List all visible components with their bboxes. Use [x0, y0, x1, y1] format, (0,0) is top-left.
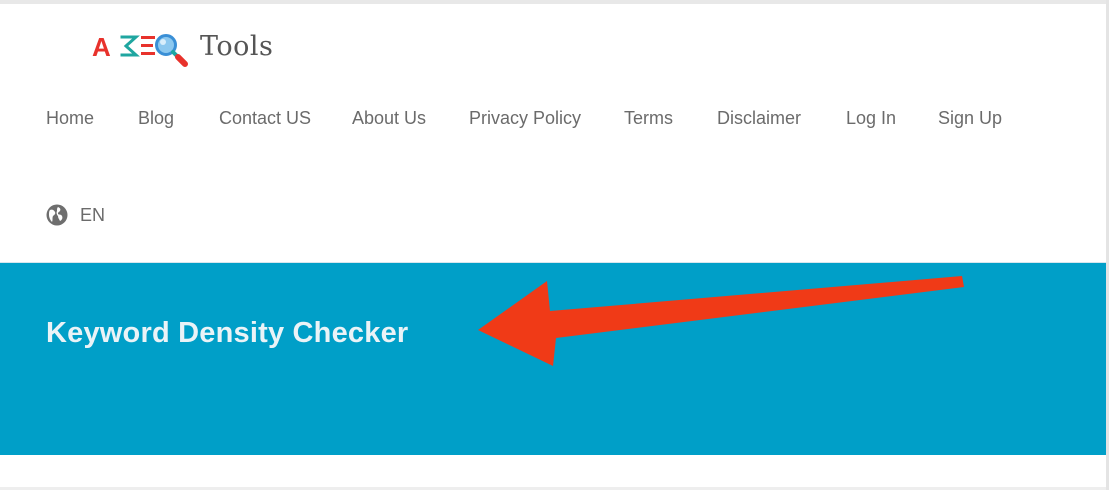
logo-magnifier — [155, 34, 188, 67]
globe-icon — [46, 204, 68, 226]
nav-item-contact[interactable]: Contact US — [219, 108, 311, 129]
top-divider — [0, 0, 1109, 4]
nav-item-disclaimer[interactable]: Disclaimer — [717, 108, 801, 129]
hero-banner: Keyword Density Checker — [0, 262, 1106, 455]
site-logo[interactable]: A Tools — [92, 26, 273, 74]
logo-letter-s — [120, 35, 140, 57]
nav-item-home[interactable]: Home — [46, 108, 94, 129]
nav-item-privacy[interactable]: Privacy Policy — [469, 108, 581, 129]
content-area — [0, 455, 1106, 490]
logo-text: Tools — [200, 30, 274, 62]
annotation-arrow-icon — [478, 276, 964, 366]
logo-letter-e — [141, 36, 155, 55]
nav-item-signup[interactable]: Sign Up — [938, 108, 1002, 129]
main-nav: Home Blog Contact US About Us Privacy Po… — [0, 108, 1106, 138]
page-title: Keyword Density Checker — [46, 317, 409, 349]
page: A Tools Home Blog Contact US About Us Pr… — [0, 0, 1109, 490]
nav-item-login[interactable]: Log In — [846, 108, 896, 129]
nav-item-about[interactable]: About Us — [352, 108, 426, 129]
language-label: EN — [80, 204, 106, 225]
language-selector[interactable]: EN — [46, 203, 105, 227]
logo-mark: A — [92, 32, 188, 67]
nav-item-terms[interactable]: Terms — [624, 108, 673, 129]
nav-item-blog[interactable]: Blog — [138, 108, 174, 129]
logo-letter-a: A — [92, 32, 111, 62]
